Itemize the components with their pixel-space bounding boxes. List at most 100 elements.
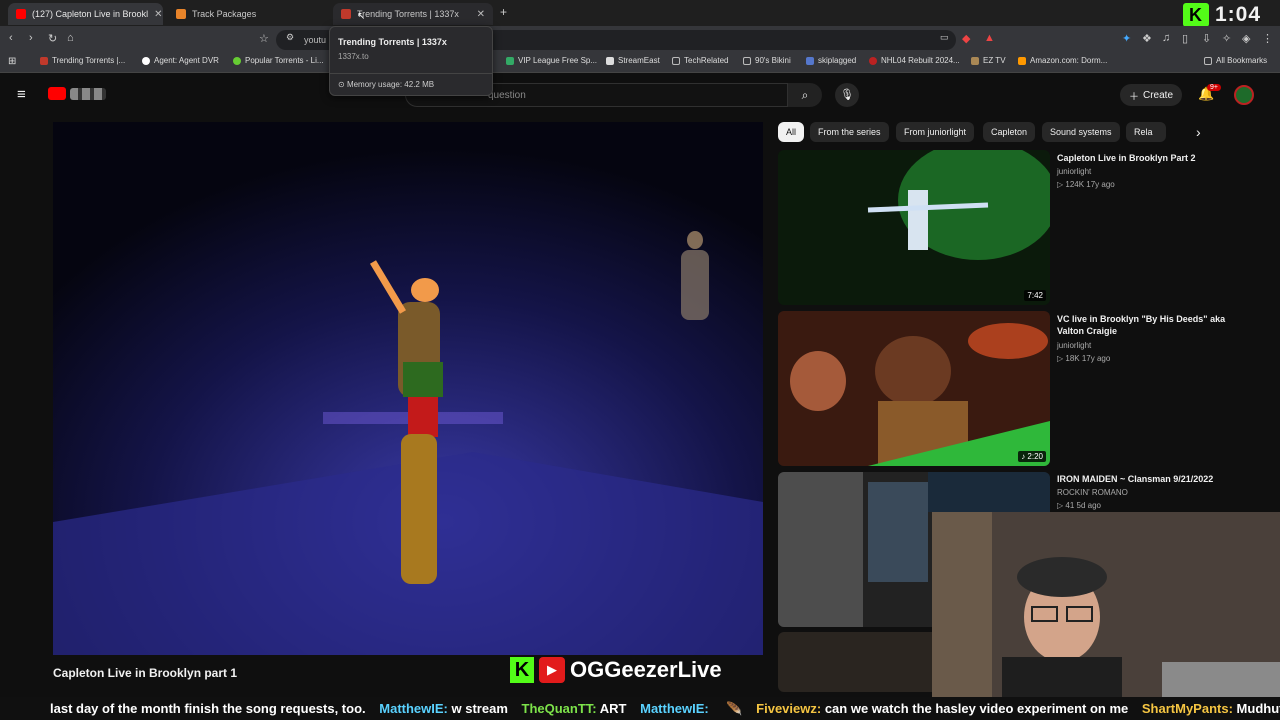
video-frame [53,122,763,655]
tab-hover-card: Trending Torrents | 1337x 1337x.to ⊙ Mem… [329,26,493,96]
chip-from-juniorlight[interactable]: From juniorlight [896,122,975,142]
related-thumbnail[interactable]: ♪ 2:20 [778,311,1050,466]
related-title[interactable]: IRON MAIDEN ~ Clansman 9/21/2022 [1057,473,1227,485]
search-button[interactable]: ⌕ [788,83,822,107]
avatar[interactable] [1234,85,1254,105]
bookmark-item[interactable]: Agent: Agent DVR [142,56,219,65]
video-title: Capleton Live in Brooklyn part 1 [53,666,238,680]
chat-message: w stream [451,701,508,716]
kick-logo-icon: K [1183,3,1209,27]
extension-icon[interactable]: ❖ [1142,32,1152,45]
chat-user: Fiveviewz: [756,701,822,716]
related-thumbnail[interactable]: 7:42 [778,150,1050,305]
chat-message: Mudhut N words [1236,701,1280,716]
hamburger-menu-icon[interactable]: ≡ [17,86,26,103]
chat-user: MatthewIE: [379,701,448,716]
extension-puzzle-icon[interactable]: ✦ [1122,32,1131,45]
bookmark-item[interactable]: skiplagged [806,56,856,65]
doodle-logo-icon[interactable] [70,88,106,100]
related-meta: ▷ 124K 17y ago [1057,180,1115,189]
extension-alert-icon[interactable]: ▲ [984,32,995,44]
webcam-image [932,512,1280,697]
thumbnail-image [778,150,1050,305]
search-icon: ⌕ [801,88,809,102]
chip-all[interactable]: All [778,122,805,142]
divider [330,73,492,74]
related-channel[interactable]: ROCKIN' ROMANO [1057,488,1128,497]
search-placeholder: question [488,90,526,101]
address-text: youtu [304,35,327,45]
youtube-play-icon: ▶ [539,657,565,683]
chip-capleton[interactable]: Capleton [983,122,1036,142]
bookmark-item[interactable]: Trending Torrents |... [40,56,125,65]
close-tab-icon[interactable]: ✕ [154,9,162,20]
related-channel[interactable]: juniorlight [1057,167,1091,176]
media-icon[interactable]: ♫ [1162,32,1170,44]
create-button[interactable]: ＋ Create [1120,84,1182,106]
chat-user: MatthewIE: [640,701,709,716]
extension-shield-icon[interactable]: ◆ [962,32,970,45]
new-tab-button[interactable]: + [500,5,507,19]
all-bookmarks[interactable]: All Bookmarks [1204,56,1267,65]
chat-user: ShartMyPants: [1141,701,1233,716]
streamer-brand: K ▶ OGGeezerLive [510,655,722,685]
video-player[interactable] [53,122,763,655]
youtube-favicon-icon [16,9,26,19]
mouse-cursor-icon: ↖ [357,11,366,22]
sidepanel-icon[interactable]: ▯ [1182,32,1188,45]
related-channel[interactable]: juniorlight [1057,341,1091,350]
youtube-logo-icon[interactable] [48,87,66,100]
bookmark-item[interactable]: VIP League Free Sp... [506,56,597,65]
bookmark-item[interactable]: StreamEast [606,56,660,65]
bookmark-star-icon[interactable]: ☆ [259,32,269,45]
hover-card-title: Trending Torrents | 1337x [338,37,447,47]
duration-badge: ♪ 2:20 [1018,451,1046,462]
menu-icon[interactable]: ⋮ [1262,32,1273,45]
hover-card-domain: 1337x.to [338,52,369,61]
ai-sparkle-icon[interactable]: ✧ [1222,32,1231,45]
1337x-favicon-icon [341,9,351,19]
shield-icon[interactable]: ◈ [1242,32,1250,45]
back-icon[interactable]: ‹ [9,32,13,44]
related-meta: ▷ 18K 17y ago [1057,354,1111,363]
bookmark-item[interactable]: NHL04 Rebuilt 2024... [869,56,960,65]
download-icon[interactable]: ⇩ [1202,32,1211,45]
plus-icon: ＋ [1128,91,1139,103]
chevron-right-icon[interactable]: › [1196,124,1201,140]
chip-related[interactable]: Rela [1126,122,1166,142]
tab-strip: (127) Capleton Live in Brookl ✕ Track Pa… [0,0,1280,26]
stream-clock: K 1:04 [1183,3,1261,27]
reload-icon[interactable]: ↻ [48,32,57,45]
memory-usage: ⊙ Memory usage: 42.2 MB [338,80,435,89]
bookmark-item[interactable]: Popular Torrents - Li... [233,56,324,65]
bookmark-item[interactable]: EZ TV [971,56,1006,65]
home-icon[interactable]: ⌂ [67,32,74,44]
related-title[interactable]: Capleton Live in Brooklyn Part 2 [1057,152,1227,164]
bookmark-folder[interactable]: 90's Bikini [743,56,791,65]
site-info-icon[interactable]: ⚙ [286,32,294,43]
apps-grid-icon[interactable]: ⊞ [8,56,16,67]
chip-sound-systems[interactable]: Sound systems [1042,122,1120,142]
bookmark-folder[interactable]: TechRelated [672,56,728,65]
microphone-icon: 🎙 [840,89,854,101]
related-title[interactable]: VC live in Brooklyn "By His Deeds" aka V… [1057,313,1227,337]
chat-user: TheQuanTT: [521,701,597,716]
close-tab-icon[interactable]: ✕ [477,9,485,20]
feather-emote-icon: 🪶 [726,701,743,716]
package-favicon-icon [176,9,186,19]
tab-track-packages[interactable]: Track Packages [168,3,326,25]
clock-text: 1:04 [1215,3,1262,26]
forward-icon[interactable]: › [29,32,33,44]
brand-name: OGGeezerLive [570,657,722,682]
tab-youtube[interactable]: (127) Capleton Live in Brookl ✕ [8,3,163,25]
voice-search-button[interactable]: 🎙 [835,83,859,107]
bookmark-item[interactable]: Amazon.com: Dorm... [1018,56,1107,65]
tab-title: Track Packages [192,9,257,19]
chat-message: last day of the month finish the song re… [50,701,366,716]
chip-from-series[interactable]: From the series [810,122,889,142]
cast-icon[interactable]: ▭ [940,32,949,43]
notification-count-badge: 9+ [1207,84,1221,91]
chat-ticker: last day of the month finish the song re… [0,697,1280,720]
kick-logo-icon: K [510,657,534,683]
duration-badge: 7:42 [1024,290,1046,301]
